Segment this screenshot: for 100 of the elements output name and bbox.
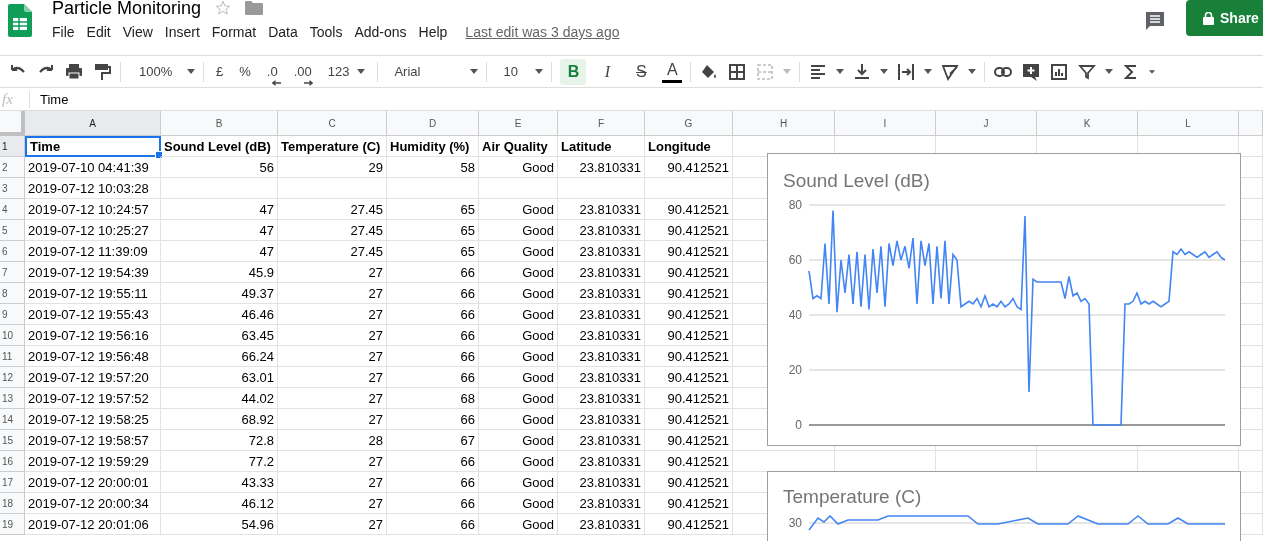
table-cell: 45.9 [161, 262, 278, 283]
table-cell: 66 [387, 409, 479, 430]
borders-icon[interactable] [727, 61, 748, 82]
menu-item[interactable]: Help [412, 22, 454, 42]
menu-item[interactable]: Edit [80, 22, 117, 42]
row-header[interactable]: 16 [0, 451, 25, 472]
column-header[interactable]: E [479, 111, 558, 136]
increase-decimals-button[interactable]: .00 [289, 64, 316, 79]
menu-item[interactable]: Format [205, 22, 263, 42]
table-cell: 29 [278, 157, 387, 178]
column-header[interactable]: K [1037, 111, 1138, 136]
row-header[interactable]: 9 [0, 304, 25, 325]
star-icon[interactable] [215, 0, 232, 16]
row-header[interactable]: 8 [0, 283, 25, 304]
font-dropdown[interactable]: Arial [386, 64, 479, 79]
font-size-dropdown[interactable]: 10 [495, 64, 544, 79]
chart-card[interactable]: Sound Level (dB) 0 20 40 60 80 [767, 153, 1241, 446]
table-cell: Good [479, 199, 558, 220]
row-header[interactable]: 2 [0, 157, 25, 178]
chart-icon[interactable] [1049, 61, 1070, 82]
row-header[interactable]: 19 [0, 514, 25, 535]
column-header[interactable]: I [835, 111, 936, 136]
row-header[interactable]: 14 [0, 409, 25, 430]
document-title[interactable]: Particle Monitoring [52, 0, 202, 19]
table-cell: 90.412521 [645, 493, 733, 514]
text-color-button[interactable]: A [662, 60, 683, 83]
comment-icon[interactable] [1145, 11, 1165, 31]
row-header[interactable]: 15 [0, 430, 25, 451]
table-cell: 47 [161, 220, 278, 241]
strikethrough-button[interactable]: S [628, 58, 655, 85]
column-header[interactable]: L [1138, 111, 1239, 136]
bold-button[interactable]: B [560, 58, 587, 85]
row-header[interactable]: 17 [0, 472, 25, 493]
column-header[interactable]: G [645, 111, 733, 136]
text-wrap-icon[interactable] [896, 61, 917, 82]
menu-item[interactable]: View [116, 22, 159, 42]
currency-format-button[interactable]: £ [212, 64, 228, 79]
menu-item[interactable]: File [52, 22, 81, 42]
table-cell: Good [479, 304, 558, 325]
row-header[interactable]: 13 [0, 388, 25, 409]
merge-cells-icon[interactable] [755, 61, 776, 82]
axis-tick-label: 0 [795, 418, 802, 432]
zoom-dropdown[interactable]: 100% [129, 64, 195, 79]
row-header[interactable]: 5 [0, 220, 25, 241]
last-edit-link[interactable]: Last edit was 3 days ago [465, 24, 620, 40]
table-cell: Good [479, 283, 558, 304]
table-cell: 2019-07-12 19:56:16 [25, 325, 161, 346]
row-header[interactable]: 6 [0, 241, 25, 262]
table-cell: 65 [387, 199, 479, 220]
italic-button[interactable]: I [594, 58, 621, 85]
caret-icon[interactable] [1105, 69, 1114, 74]
table-cell: 90.412521 [645, 430, 733, 451]
table-cell: Good [479, 514, 558, 535]
spreadsheet-logo-icon[interactable] [8, 4, 32, 37]
row-header[interactable]: 7 [0, 262, 25, 283]
table-cell: 90.412521 [645, 199, 733, 220]
column-header[interactable]: A [25, 111, 161, 136]
row-header[interactable]: 10 [0, 325, 25, 346]
column-header[interactable]: C [278, 111, 387, 136]
row-header[interactable]: 1 [0, 136, 25, 157]
decrease-decimals-button[interactable]: .0 [262, 64, 282, 79]
column-header[interactable]: H [733, 111, 835, 136]
menu-item[interactable]: Tools [303, 22, 349, 42]
menu-item[interactable]: Insert [158, 22, 206, 42]
caret-icon[interactable] [836, 69, 845, 74]
column-header[interactable]: F [558, 111, 645, 136]
paint-format-icon[interactable] [92, 61, 112, 82]
caret-icon[interactable] [880, 69, 889, 74]
table-cell: 67 [387, 430, 479, 451]
table-cell: 66 [387, 262, 479, 283]
add-comment-icon[interactable] [1021, 61, 1042, 82]
menu-item[interactable]: Data [262, 22, 304, 42]
table-cell: Good [479, 346, 558, 367]
chart-card[interactable]: Temperature (C) 30 [767, 471, 1241, 541]
column-header[interactable]: J [936, 111, 1037, 136]
table-cell: 90.412521 [645, 388, 733, 409]
percent-format-button[interactable]: % [235, 64, 255, 79]
number-format-dropdown[interactable]: 123 [323, 64, 370, 79]
table-cell: 90.412521 [645, 157, 733, 178]
folder-icon[interactable] [245, 1, 264, 15]
table-cell: 90.412521 [645, 262, 733, 283]
caret-icon[interactable] [924, 69, 933, 74]
row-header[interactable]: 4 [0, 199, 25, 220]
row-header[interactable]: 18 [0, 493, 25, 514]
column-header[interactable]: D [387, 111, 479, 136]
table-cell: 77.2 [161, 451, 278, 472]
print-icon[interactable] [64, 61, 84, 82]
share-button[interactable]: Share [1186, 0, 1263, 36]
caret-icon[interactable] [968, 69, 977, 74]
row-header[interactable]: 12 [0, 367, 25, 388]
row-header[interactable]: 3 [0, 178, 25, 199]
row-header[interactable]: 11 [0, 346, 25, 367]
table-cell: Good [479, 388, 558, 409]
table-cell: 90.412521 [645, 325, 733, 346]
table-cell: 2019-07-12 19:55:11 [25, 283, 161, 304]
menu-item[interactable]: Add-ons [348, 22, 413, 42]
caret-icon[interactable] [1149, 69, 1156, 74]
column-header[interactable]: B [161, 111, 278, 136]
formula-input[interactable]: Time [30, 91, 69, 107]
fill-handle[interactable] [155, 151, 163, 159]
